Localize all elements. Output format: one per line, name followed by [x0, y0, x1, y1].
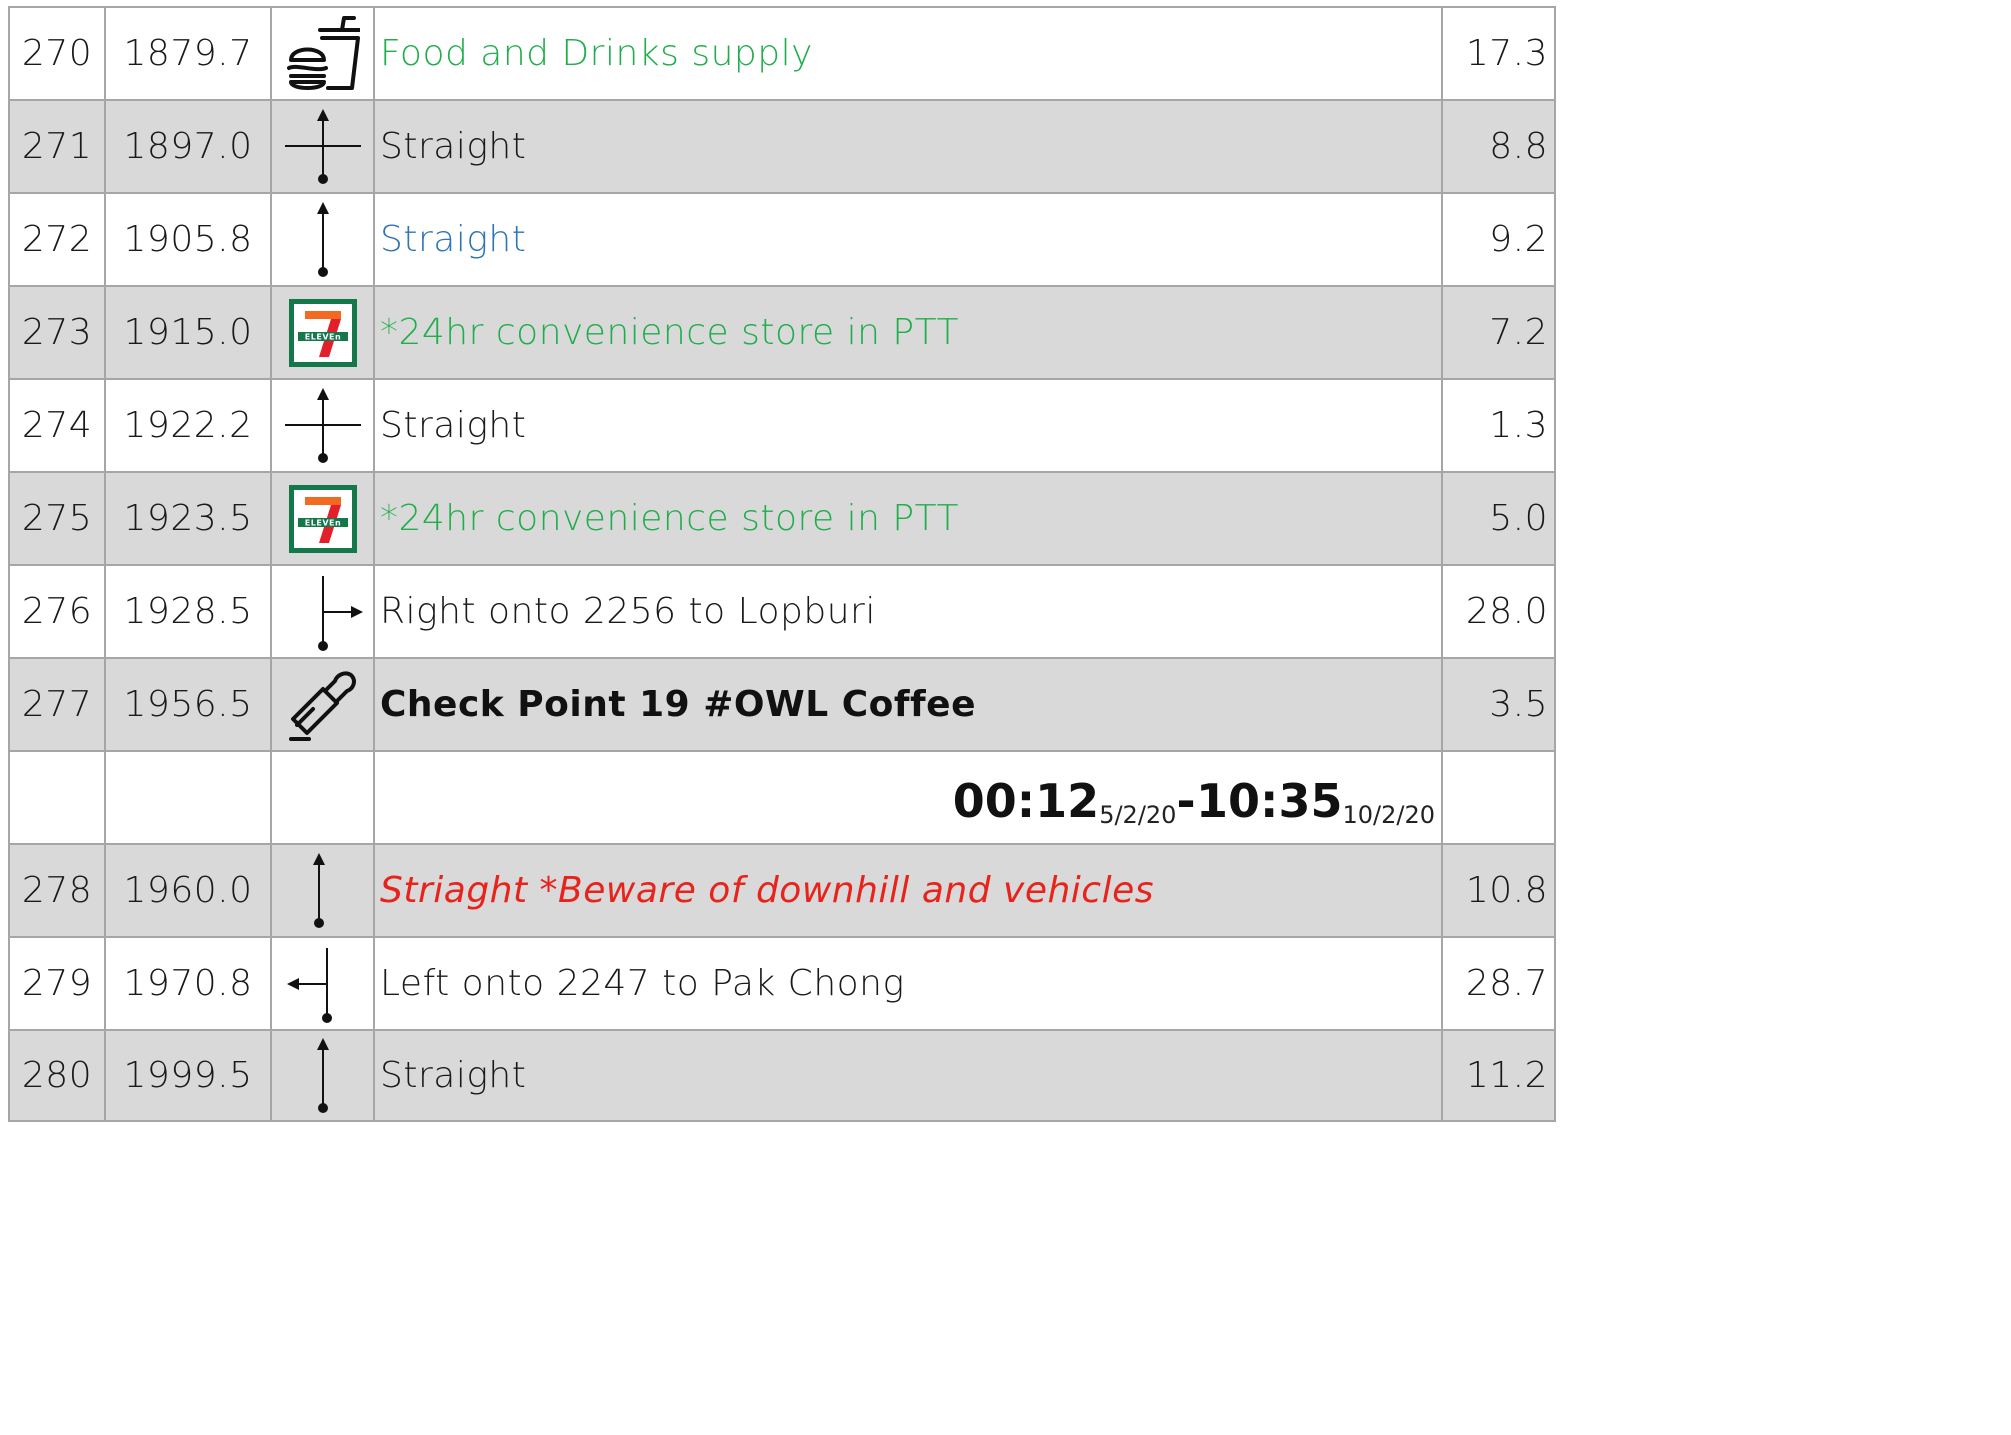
svg-text:ELEVEn: ELEVEn: [304, 332, 340, 341]
direction-text: Straight: [375, 1031, 1443, 1120]
table-row: 273 1915.0 ELEVEn *24hr convenience stor…: [8, 285, 1556, 378]
direction-text: Straight: [375, 380, 1443, 471]
seven-eleven-logo: ELEVEn: [288, 484, 357, 553]
segment-distance: 28.0: [1443, 566, 1556, 657]
turn-right-icon: [283, 572, 363, 652]
table-row: 279 1970.8 Left onto 2247 to Pak Chong 2…: [8, 936, 1556, 1029]
cumulative-km: 1897.0: [106, 101, 272, 192]
segment-distance: 7.2: [1443, 287, 1556, 378]
row-number: 273: [8, 287, 106, 378]
table-row: 271 1897.0 Straight 8.8: [8, 99, 1556, 192]
checkpoint-stamp-icon: [283, 665, 363, 745]
arrow-straight-icon: [283, 200, 363, 280]
table-row: 270 1879.7 Food and Drinks supply 17.3: [8, 6, 1556, 99]
cumulative-km: 1960.0: [106, 845, 272, 936]
arrow-straight-icon: [283, 851, 363, 931]
row-number: 270: [8, 8, 106, 99]
arrow-straight-icon: [283, 1036, 363, 1116]
segment-distance: 1.3: [1443, 380, 1556, 471]
row-number: 277: [8, 659, 106, 750]
row-number: 271: [8, 101, 106, 192]
time-separator: -: [1176, 773, 1197, 828]
segment-distance: 11.2: [1443, 1031, 1556, 1120]
cumulative-km: 1905.8: [106, 194, 272, 285]
cumulative-km: 1999.5: [106, 1031, 272, 1120]
segment-distance: 17.3: [1443, 8, 1556, 99]
segment-distance: 8.8: [1443, 101, 1556, 192]
cumulative-km: 1922.2: [106, 380, 272, 471]
close-date: 10/2/20: [1342, 801, 1435, 829]
cumulative-km: 1923.5: [106, 473, 272, 564]
table-row: 274 1922.2 Straight 1.3: [8, 378, 1556, 471]
row-number: 280: [8, 1031, 106, 1120]
direction-text: Food and Drinks supply: [375, 8, 1443, 99]
turn-left-icon: [283, 944, 363, 1024]
seven-eleven-logo: ELEVEn: [288, 298, 357, 367]
segment-distance: 9.2: [1443, 194, 1556, 285]
table-row: 275 1923.5 ELEVEn *24hr convenience stor…: [8, 471, 1556, 564]
segment-distance: 10.8: [1443, 845, 1556, 936]
row-number: 278: [8, 845, 106, 936]
segment-distance: 28.7: [1443, 938, 1556, 1029]
table-row: 276 1928.5 Right onto 2256 to Lopburi 28…: [8, 564, 1556, 657]
cumulative-km: 1928.5: [106, 566, 272, 657]
food-drinks-icon: [286, 15, 360, 92]
row-number: 275: [8, 473, 106, 564]
cumulative-km: 1915.0: [106, 287, 272, 378]
table-row: 278 1960.0 Striaght *Beware of downhill …: [8, 843, 1556, 936]
cumulative-km: 1956.5: [106, 659, 272, 750]
open-date: 5/2/20: [1099, 801, 1177, 829]
crossroad-straight-icon: [283, 386, 363, 466]
svg-text:ELEVEn: ELEVEn: [304, 518, 340, 527]
direction-text: *24hr convenience store in PTT: [375, 287, 1443, 378]
crossroad-straight-icon: [283, 107, 363, 187]
close-time: 10:35: [1196, 773, 1343, 828]
cumulative-km: 1879.7: [106, 8, 272, 99]
table-row: 280 1999.5 Straight 11.2: [8, 1029, 1556, 1122]
row-number: 272: [8, 194, 106, 285]
direction-text: Straight: [375, 194, 1443, 285]
table-row: 272 1905.8 Straight 9.2: [8, 192, 1556, 285]
segment-distance: 5.0: [1443, 473, 1556, 564]
direction-text: Straight: [375, 101, 1443, 192]
open-time: 00:12: [952, 773, 1100, 828]
checkpoint-time-window-row: 00:12 5/2/20 - 10:35 10/2/20: [8, 750, 1556, 843]
table-row: 277 1956.5 Check Point 19 #OWL Coffee 3.…: [8, 657, 1556, 750]
segment-distance: 3.5: [1443, 659, 1556, 750]
row-number: 274: [8, 380, 106, 471]
row-number: 279: [8, 938, 106, 1029]
direction-text: Right onto 2256 to Lopburi: [375, 566, 1443, 657]
checkpoint-time-window: 00:12 5/2/20 - 10:35 10/2/20: [375, 752, 1443, 843]
row-number: 276: [8, 566, 106, 657]
cumulative-km: 1970.8: [106, 938, 272, 1029]
route-sheet-table: 270 1879.7 Food and Drinks supply 17.3 2…: [8, 6, 1556, 1122]
direction-text: *24hr convenience store in PTT: [375, 473, 1443, 564]
direction-text: Check Point 19 #OWL Coffee: [375, 659, 1443, 750]
direction-text: Striaght *Beware of downhill and vehicle…: [375, 845, 1443, 936]
direction-text: Left onto 2247 to Pak Chong: [375, 938, 1443, 1029]
